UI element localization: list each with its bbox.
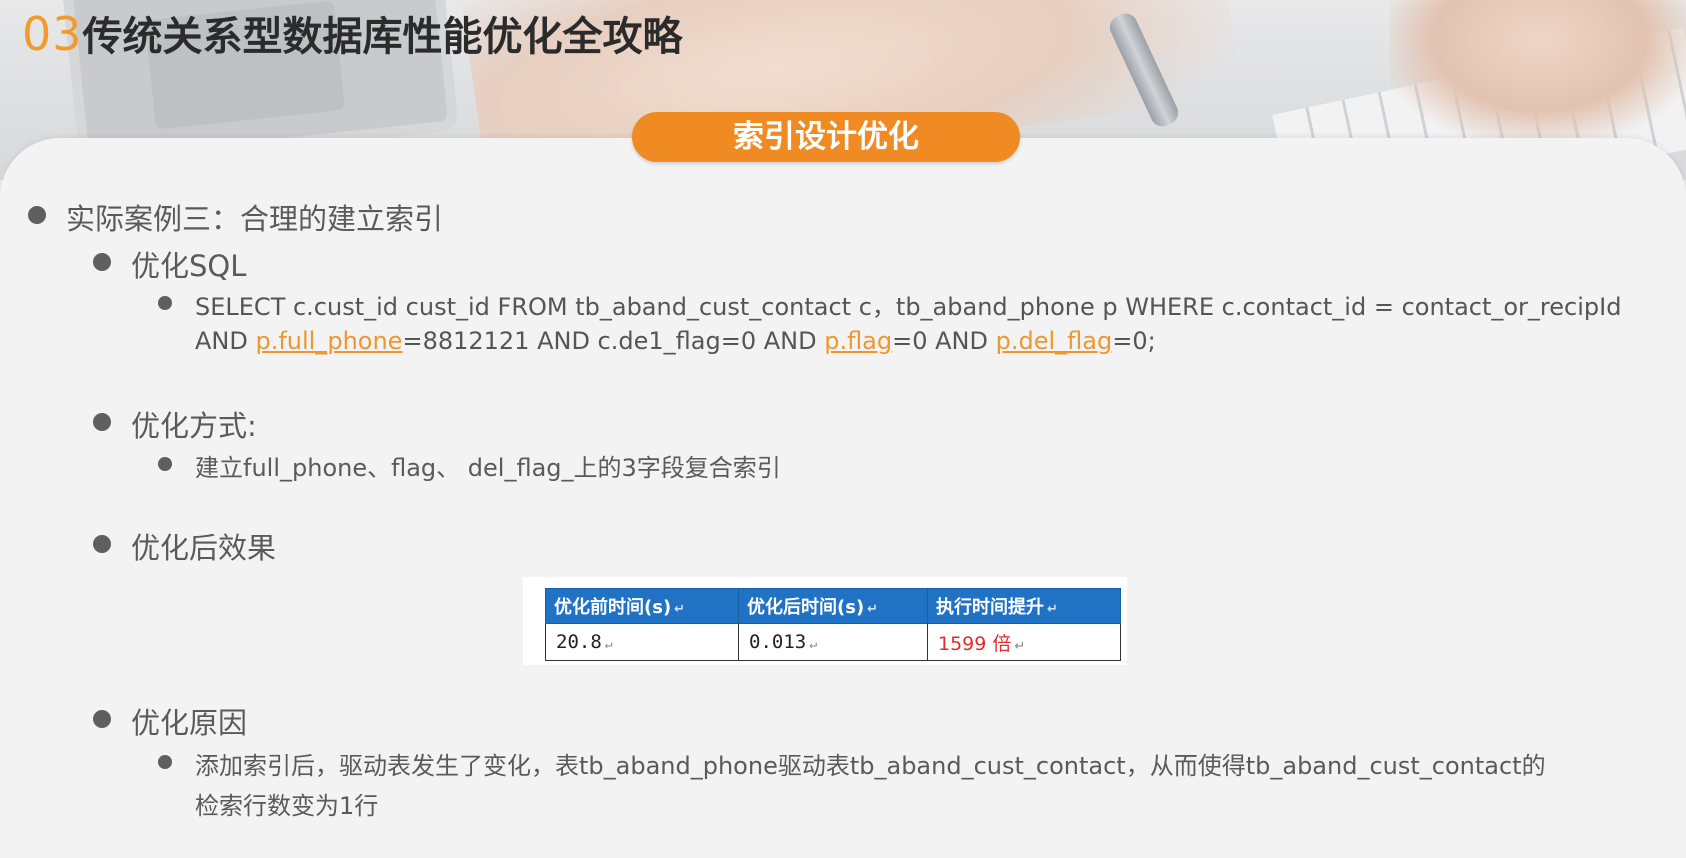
- perf-table-container: 优化前时间(s) ↵ 优化后时间(s) ↵ 执行时间提升 ↵ 20.8 ↵ 0.013 ↵…: [523, 577, 1127, 665]
- sql-highlight-full-phone: p.full_phone: [255, 327, 403, 355]
- perf-table: 优化前时间(s) ↵ 优化后时间(s) ↵ 执行时间提升 ↵ 20.8 ↵ 0.013 ↵…: [545, 588, 1121, 661]
- reason-line-1: 添加索引后，驱动表发生了变化，表tb_aband_phone驱动表tb_aban…: [195, 752, 1546, 780]
- sql-line-1: SELECT c.cust_id cust_id FROM tb_aband_c…: [195, 293, 1622, 321]
- case-heading: 实际案例三：合理的建立索引: [66, 202, 444, 236]
- method-heading: 优化方式:: [131, 409, 257, 443]
- sql-heading: 优化SQL: [131, 249, 247, 283]
- sql-text: =0;: [1112, 327, 1156, 355]
- effect-heading: 优化后效果: [131, 531, 277, 565]
- bullet-dot: [93, 413, 111, 431]
- table-cell-before: 20.8 ↵: [545, 623, 739, 661]
- table-row: 20.8 ↵ 0.013 ↵ 1599 倍 ↵: [545, 623, 1121, 661]
- bullet-dot: [158, 755, 172, 769]
- bullet-dot: [158, 296, 172, 310]
- table-header-cell: 优化后时间(s) ↵: [738, 588, 928, 624]
- sql-text: AND: [195, 327, 256, 355]
- table-header-cell: 优化前时间(s) ↵: [545, 588, 739, 624]
- sql-text: =8812121 AND c.de1_flag=0 AND: [402, 327, 825, 355]
- slide-content: 实际案例三：合理的建立索引 优化SQL SELECT c.cust_id cus…: [0, 0, 1686, 841]
- table-header-row: 优化前时间(s) ↵ 优化后时间(s) ↵ 执行时间提升 ↵: [545, 588, 1121, 624]
- bullet-dot: [93, 710, 111, 728]
- sql-highlight-flag: p.flag: [824, 327, 893, 355]
- sql-text: =0 AND: [892, 327, 996, 355]
- reason-line-2: 检索行数变为1行: [195, 792, 379, 820]
- bullet-dot: [28, 206, 46, 224]
- bullet-dot: [93, 253, 111, 271]
- bullet-dot: [158, 457, 172, 471]
- table-cell-after: 0.013 ↵: [738, 623, 928, 661]
- method-text: 建立full_phone、flag、 del_flag_上的3字段复合索引: [195, 454, 781, 482]
- bullet-dot: [93, 535, 111, 553]
- table-header-cell: 执行时间提升 ↵: [927, 588, 1121, 624]
- table-cell-improvement: 1599 倍 ↵: [927, 623, 1121, 661]
- reason-heading: 优化原因: [131, 706, 248, 740]
- sql-highlight-del-flag: p.del_flag: [995, 327, 1113, 355]
- sql-line-2: AND p.full_phone=8812121 AND c.de1_flag=…: [195, 327, 1156, 355]
